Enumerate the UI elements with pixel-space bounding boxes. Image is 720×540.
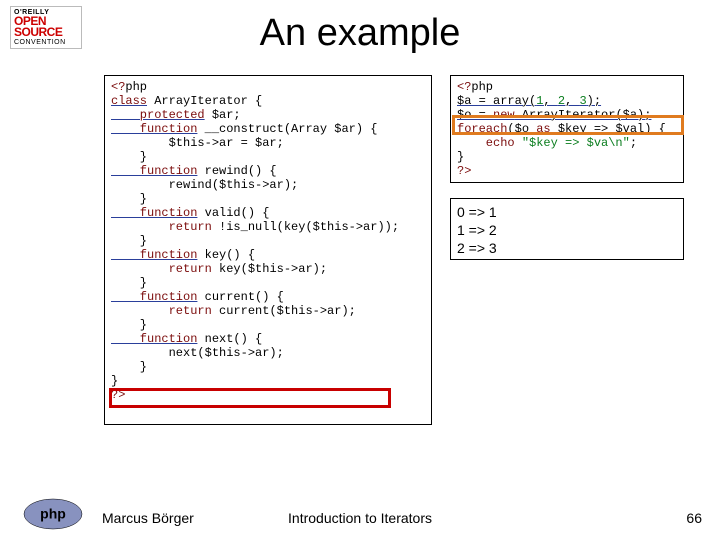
code-text: valid() { [197, 206, 269, 220]
code-text: $this->ar = $ar; [111, 136, 284, 150]
output-line: 1 => 2 [457, 222, 497, 238]
code-text: ; [630, 136, 637, 150]
code-text: function [111, 122, 197, 136]
code-text: key($this->ar); [212, 262, 327, 276]
code-text: } [111, 318, 147, 332]
footer-title: Introduction to Iterators [0, 510, 720, 526]
code-text: } [111, 276, 147, 290]
code-text: php [125, 80, 147, 94]
code-text: function [111, 206, 197, 220]
slide-title: An example [0, 12, 720, 55]
code-text: , [565, 94, 579, 108]
code-box-left: <?php class ArrayIterator { protected $a… [104, 75, 432, 425]
code-text: $a = array( [457, 94, 536, 108]
code-text: function [111, 164, 197, 178]
code-text: return [111, 262, 212, 276]
code-text: ?> [457, 164, 471, 178]
code-text: "$key => $va\n" [522, 136, 630, 150]
code-text: rewind() { [197, 164, 276, 178]
code-text [515, 136, 522, 150]
code-text: rewind($this->ar); [111, 178, 298, 192]
code-text: <? [111, 80, 125, 94]
code-text: next() { [197, 332, 262, 346]
code-text: protected [111, 108, 205, 122]
code-text: function [111, 332, 197, 346]
code-text: __construct(Array $ar) { [197, 122, 377, 136]
code-text: } [111, 150, 147, 164]
code-text: } [111, 234, 147, 248]
code-text: !is_null(key($this->ar)); [212, 220, 399, 234]
page-number: 66 [686, 510, 702, 526]
code-text: } [111, 374, 118, 388]
code-text: return [111, 304, 212, 318]
output-line: 2 => 3 [457, 240, 497, 256]
code-text: $ar; [205, 108, 241, 122]
code-text: , [543, 94, 557, 108]
output-line: 0 => 1 [457, 204, 497, 220]
highlight-red-box [109, 388, 391, 408]
code-text: <? [457, 80, 471, 94]
code-text: 3 [579, 94, 586, 108]
output-box: 0 => 1 1 => 2 2 => 3 [450, 198, 684, 260]
code-text: ArrayIterator { [147, 94, 262, 108]
code-text: return [111, 220, 212, 234]
code-text: } [111, 360, 147, 374]
code-text: function [111, 290, 197, 304]
highlight-orange-box [452, 115, 684, 135]
code-text: key() { [197, 248, 255, 262]
code-text: class [111, 94, 147, 108]
code-text: next($this->ar); [111, 346, 284, 360]
code-text: } [111, 192, 147, 206]
code-text: current() { [197, 290, 283, 304]
code-text: } [457, 150, 464, 164]
code-text: echo [457, 136, 515, 150]
code-text: ); [587, 94, 601, 108]
code-text: function [111, 248, 197, 262]
code-text: current($this->ar); [212, 304, 356, 318]
code-text: php [471, 80, 493, 94]
code-text: 2 [558, 94, 565, 108]
